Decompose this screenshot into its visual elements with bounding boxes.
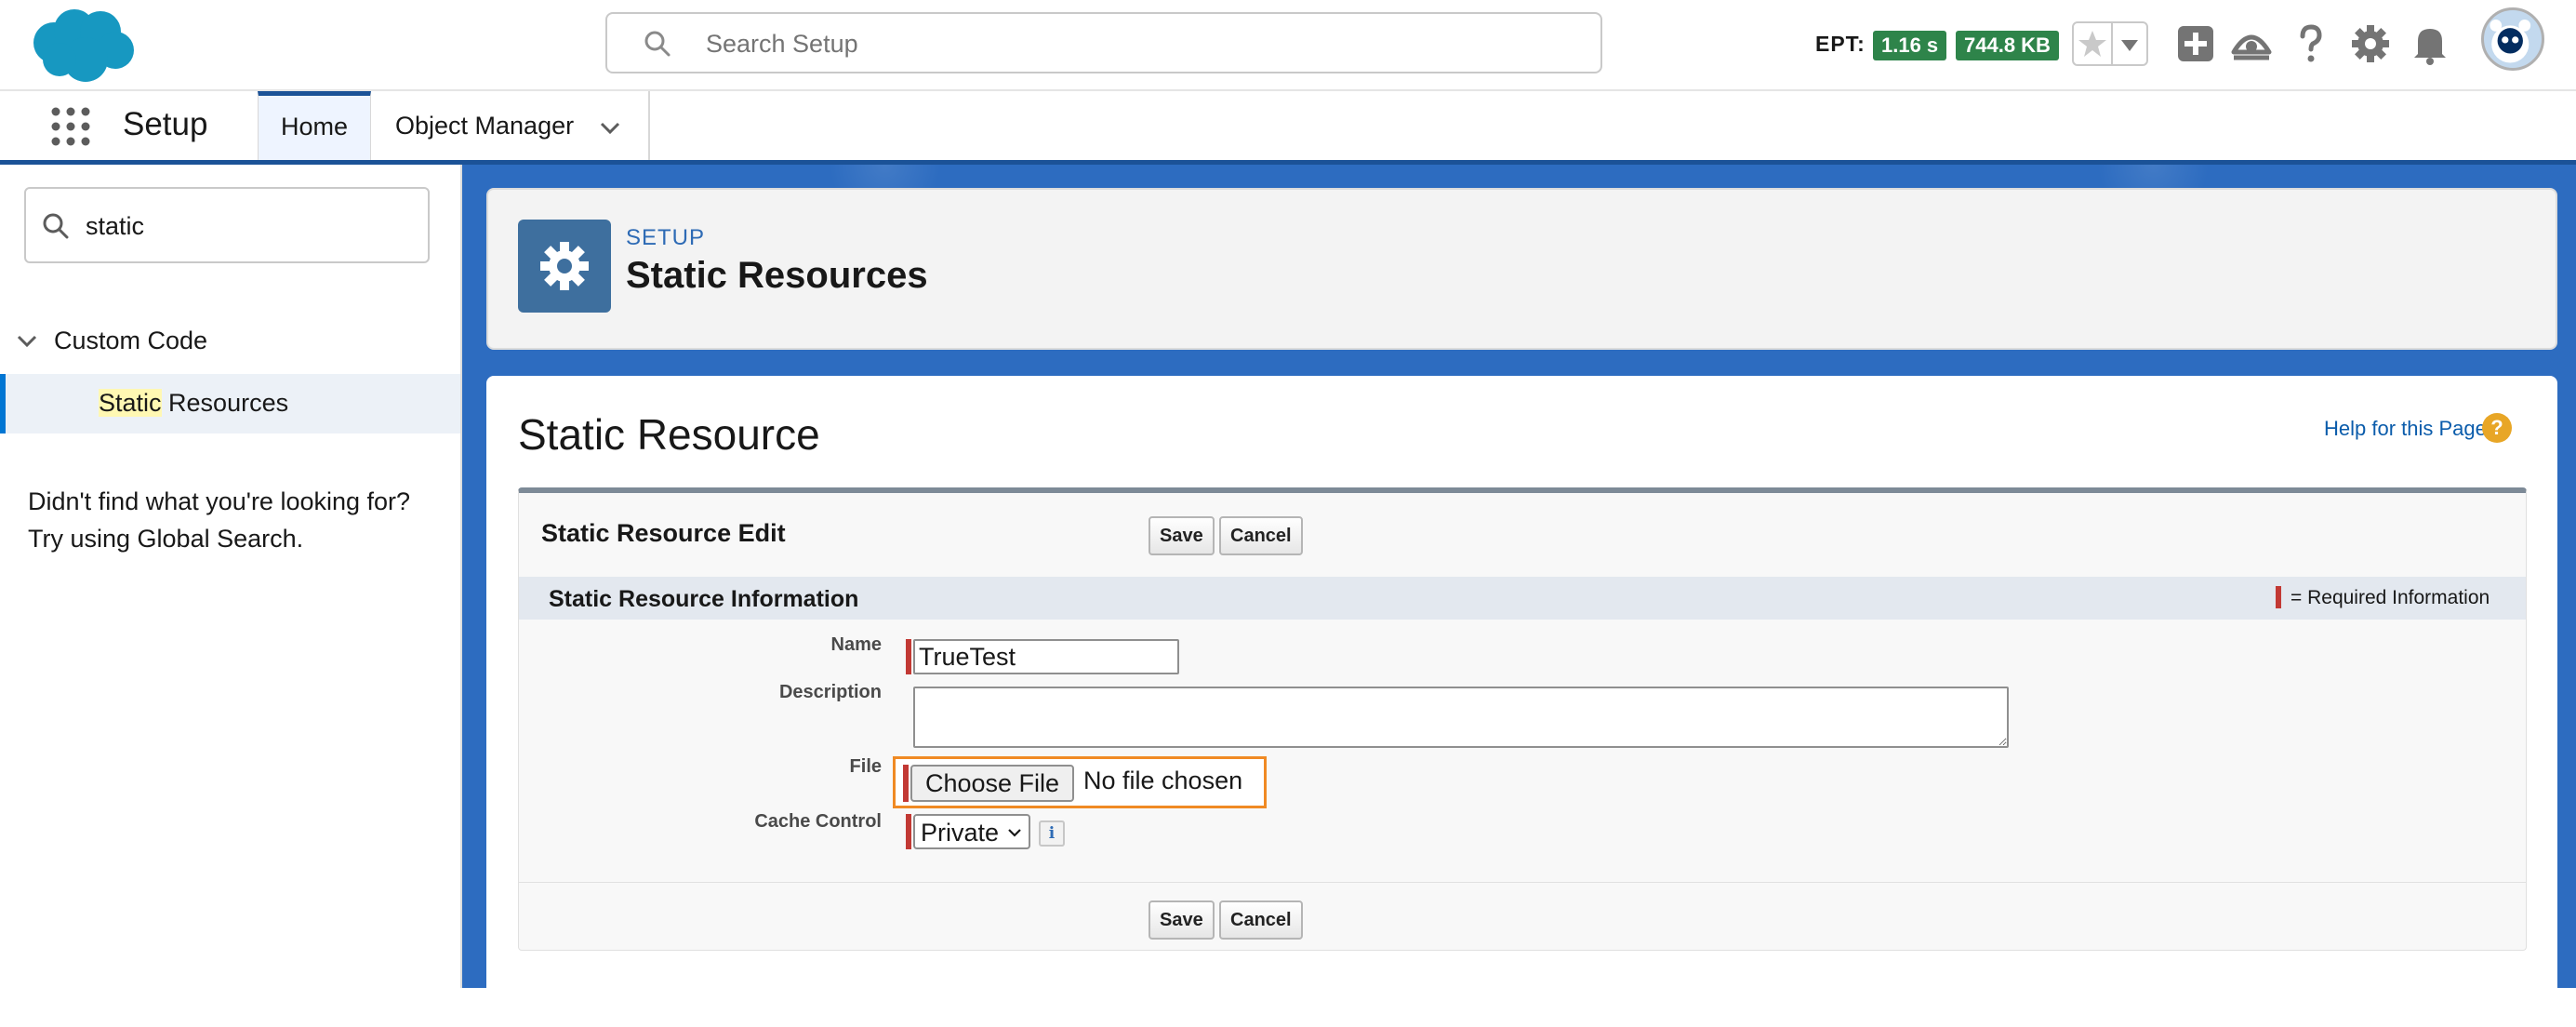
help-icon[interactable] <box>2288 20 2334 67</box>
required-indicator <box>2276 586 2281 608</box>
favorites-dropdown-button[interactable] <box>2113 23 2146 64</box>
save-button[interactable]: Save <box>1149 516 1215 555</box>
section-title: Static Resource Information <box>549 586 859 612</box>
no-results-line-1: Didn't find what you're looking for? <box>28 487 411 515</box>
cache-control-value: Private <box>921 819 1000 847</box>
tree-item-label-rest: Resources <box>161 389 289 417</box>
ept-size-badge: 744.8 KB <box>1956 31 2059 60</box>
help-link[interactable]: Help for this Page <box>2324 417 2487 441</box>
tab-object-manager[interactable]: Object Manager <box>371 91 650 160</box>
choose-file-button[interactable]: Choose File <box>910 765 1074 802</box>
required-note: = Required Information <box>2291 587 2490 608</box>
page-block-header: Static Resource Edit Save Cancel <box>519 493 2526 578</box>
edit-page-block: Static Resource Edit Save Cancel Static … <box>518 487 2527 951</box>
required-indicator <box>906 639 911 674</box>
plus-icon[interactable] <box>2172 20 2219 67</box>
page-eyebrow: SETUP <box>626 225 706 250</box>
astro-avatar-icon <box>2490 20 2531 63</box>
tree-item-static-resources[interactable]: Static Resources <box>0 374 460 433</box>
cache-control-label: Cache Control <box>754 811 882 832</box>
section-header: Static Resource Information = Required I… <box>519 577 2526 620</box>
page-block-footer-divider <box>519 882 2526 883</box>
app-launcher-icon[interactable] <box>48 104 93 149</box>
tree-item-label: Static Resources <box>99 389 288 418</box>
no-results-line-2: Try using Global Search. <box>28 525 304 553</box>
gear-icon[interactable] <box>2347 20 2394 67</box>
cache-control-select[interactable]: Private <box>913 814 1030 849</box>
chevron-down-icon <box>1008 829 1021 837</box>
page-block-title: Static Resource Edit <box>541 519 786 547</box>
file-label: File <box>849 756 882 777</box>
chevron-down-icon <box>2121 40 2138 51</box>
file-status: No file chosen <box>1083 767 1243 794</box>
page-header: SETUP Static Resources <box>486 188 2557 350</box>
global-header: EPT: 1.16 s 744.8 KB <box>0 0 2576 91</box>
required-indicator <box>906 814 911 849</box>
tab-home-label: Home <box>280 113 349 140</box>
required-indicator <box>903 765 909 802</box>
description-textarea[interactable] <box>913 687 2009 748</box>
cancel-button-bottom[interactable]: Cancel <box>1219 900 1303 940</box>
no-results-hint: Didn't find what you're looking for? Try… <box>28 483 437 557</box>
name-input[interactable] <box>913 639 1179 674</box>
setup-search[interactable] <box>605 12 1602 73</box>
chevron-down-icon[interactable] <box>15 328 39 353</box>
help-icon[interactable]: ? <box>2482 413 2512 443</box>
tab-object-manager-label: Object Manager <box>395 112 575 140</box>
description-label: Description <box>778 682 882 702</box>
user-avatar[interactable] <box>2481 7 2544 71</box>
ept-label: EPT: <box>1815 32 1866 56</box>
app-name: Setup <box>123 106 208 142</box>
quick-find-input[interactable] <box>84 202 413 250</box>
save-button-bottom[interactable]: Save <box>1149 900 1215 940</box>
ept-time-badge: 1.16 s <box>1873 31 1947 60</box>
salesforce-cloud-logo[interactable] <box>26 6 138 84</box>
cancel-button[interactable]: Cancel <box>1219 516 1303 555</box>
tab-home[interactable]: Home <box>258 91 371 160</box>
star-icon <box>2078 31 2106 57</box>
search-highlight: Static <box>99 389 162 417</box>
chevron-down-icon[interactable] <box>596 113 624 141</box>
setup-gear-icon <box>518 220 611 313</box>
quick-find[interactable] <box>24 187 430 263</box>
name-label: Name <box>830 634 882 655</box>
static-resource-heading: Static Resource <box>518 410 820 459</box>
tree-item-custom-code[interactable]: Custom Code <box>0 321 462 360</box>
setup-sidebar: Custom Code Static Resources Didn't find… <box>0 165 462 988</box>
page-title: Static Resources <box>626 255 928 296</box>
tree-item-label: Custom Code <box>54 327 208 354</box>
info-icon[interactable]: i <box>1039 820 1065 847</box>
main-card: Static Resource Help for this Page ? Sta… <box>486 376 2557 1027</box>
file-input[interactable]: Choose File No file chosen <box>893 756 1267 808</box>
favorite-button[interactable] <box>2074 23 2113 64</box>
trailhead-icon[interactable] <box>2228 20 2275 67</box>
search-icon <box>43 213 69 239</box>
search-input[interactable] <box>704 21 1545 66</box>
favorites-group <box>2072 21 2148 66</box>
bell-icon[interactable] <box>2407 20 2453 67</box>
context-bar: Setup Home Object Manager <box>0 91 2576 165</box>
search-icon <box>644 31 671 57</box>
